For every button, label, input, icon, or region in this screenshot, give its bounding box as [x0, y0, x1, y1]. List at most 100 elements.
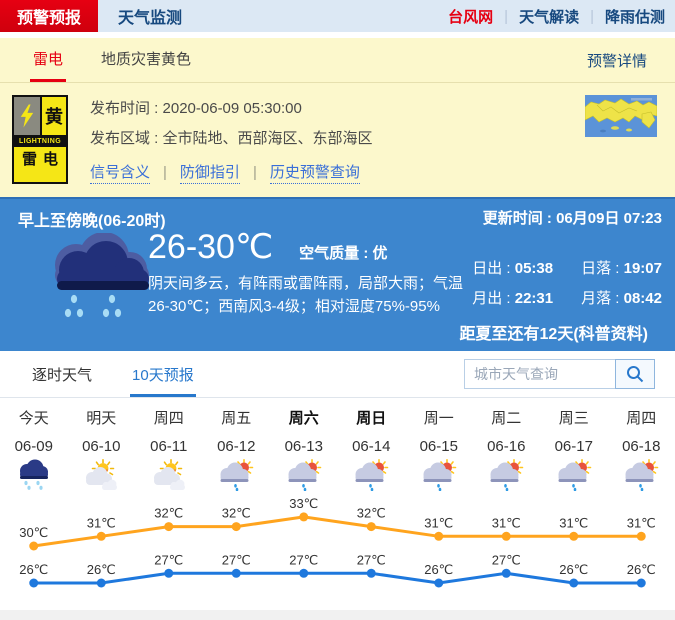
data-point — [299, 512, 308, 521]
data-label: 26℃ — [627, 562, 656, 577]
warning-section: 雷电 地质灾害黄色 预警详情 黄 LIGHTNING 雷电 发布时间 : 202… — [0, 38, 675, 197]
data-label: 26℃ — [19, 562, 48, 577]
cloud-sun-rain-icon — [540, 459, 608, 493]
sunrise: 日出 : 05:38 — [472, 257, 553, 278]
warning-tab-lightning[interactable]: 雷电 — [30, 38, 66, 82]
data-point — [367, 522, 376, 531]
cloud-sun-rain-icon — [608, 459, 675, 493]
day-label: 周二 — [473, 407, 541, 428]
day-date: 06-12 — [203, 438, 271, 455]
link-typhoon-net[interactable]: 台风网 — [448, 6, 493, 27]
moonset: 月落 : 08:42 — [581, 287, 662, 308]
data-label: 27℃ — [492, 552, 521, 567]
data-point — [97, 532, 106, 541]
warning-body: 黄 LIGHTNING 雷电 发布时间 : 2020-06-09 05:30:0… — [0, 83, 675, 197]
forecast-day: 今天06-09 — [0, 407, 68, 498]
day-date: 06-18 — [608, 438, 675, 455]
sun-clouds-icon — [135, 459, 203, 493]
data-point — [569, 532, 578, 541]
cloud-sun-rain-icon — [203, 459, 271, 493]
forecast-day: 周二06-16 — [473, 407, 541, 498]
forecast-days: 今天06-09 明天 06-10 周四 06-11 周五06-12 周六 06-13 — [0, 398, 675, 498]
link-defense-guide[interactable]: 防御指引 — [180, 161, 240, 184]
warning-type: 雷电 — [14, 147, 66, 170]
warning-word: LIGHTNING — [14, 135, 66, 147]
data-point — [232, 569, 241, 578]
divider: | — [504, 8, 508, 25]
sun-clouds-icon — [68, 459, 136, 493]
publish-time-label: 发布时间 : — [90, 100, 163, 117]
data-point — [29, 579, 38, 588]
moonrise: 月出 : 22:31 — [472, 287, 553, 308]
cloud-sun-rain-icon — [405, 459, 473, 493]
solstice-text: 距夏至还有12天 — [460, 326, 574, 343]
day-date: 06-13 — [270, 438, 338, 455]
data-point — [569, 579, 578, 588]
warning-tab-geohazard[interactable]: 地质灾害黄色 — [98, 38, 194, 82]
warning-info: 发布时间 : 2020-06-09 05:30:00 发布区域 : 全市陆地、西… — [90, 95, 373, 184]
data-point — [367, 569, 376, 578]
data-label: 27℃ — [154, 552, 183, 567]
forecast-day: 周一06-15 — [405, 407, 473, 498]
sunset: 日落 : 19:07 — [581, 257, 662, 278]
data-point — [434, 532, 443, 541]
forecast-day: 周四06-18 — [608, 407, 675, 498]
lightning-warning-badge-icon: 黄 LIGHTNING 雷电 — [12, 95, 68, 184]
tab-hourly-weather[interactable]: 逐时天气 — [30, 351, 94, 397]
data-label: 31℃ — [87, 515, 116, 530]
link-warning-history[interactable]: 历史预警查询 — [270, 161, 360, 184]
top-nav: 预警预报 天气监测 台风网 | 天气解读 | 降雨估测 — [0, 0, 675, 32]
data-label: 26℃ — [424, 562, 453, 577]
data-point — [232, 522, 241, 531]
link-signal-meaning[interactable]: 信号含义 — [90, 161, 150, 184]
cloud-sun-rain-icon — [338, 459, 406, 493]
data-label: 27℃ — [289, 552, 318, 567]
tab-weather-monitor[interactable]: 天气监测 — [118, 0, 182, 32]
search-icon — [625, 364, 645, 384]
warning-detail-link[interactable]: 预警详情 — [587, 38, 647, 82]
data-point — [637, 579, 646, 588]
air-quality: 空气质量 : 优 — [299, 242, 387, 263]
update-time-value: 06月09日 07:23 — [556, 210, 662, 227]
divider: | — [253, 164, 257, 181]
data-label: 32℃ — [357, 506, 386, 521]
tab-warning-forecast[interactable]: 预警预报 — [0, 0, 98, 32]
data-point — [434, 579, 443, 588]
publish-area-value: 全市陆地、西部海区、东部海区 — [163, 130, 373, 147]
day-label: 周六 — [270, 407, 338, 428]
data-label: 27℃ — [357, 552, 386, 567]
data-point — [164, 522, 173, 531]
forecast-tabbar: 逐时天气 10天预报 — [0, 351, 675, 398]
divider: | — [590, 8, 594, 25]
forecast-day: 周五06-12 — [203, 407, 271, 498]
forecast-day: 周日06-14 — [338, 407, 406, 498]
warning-map-thumbnail[interactable] — [585, 95, 657, 184]
day-label: 明天 — [68, 407, 136, 428]
current-weather-panel: 早上至傍晚(06-20时) 更新时间 : 06月09日 07:23 26-30℃… — [0, 197, 675, 351]
data-point — [502, 569, 511, 578]
divider: | — [163, 164, 167, 181]
topnav-links: 台风网 | 天气解读 | 降雨估测 — [448, 0, 675, 32]
day-label: 周四 — [135, 407, 203, 428]
data-point — [164, 569, 173, 578]
link-rain-estimate[interactable]: 降雨估测 — [605, 6, 665, 27]
warning-grade: 黄 — [42, 97, 66, 135]
day-date: 06-10 — [68, 438, 136, 455]
city-search-input[interactable] — [464, 359, 616, 389]
data-label: 27℃ — [222, 552, 251, 567]
publish-time-value: 2020-06-09 05:30:00 — [163, 100, 302, 117]
tab-ten-day-forecast[interactable]: 10天预报 — [130, 351, 196, 397]
solstice-countdown: 距夏至还有12天(科普资料) — [460, 320, 648, 344]
forecast-day: 周四 06-11 — [135, 407, 203, 498]
air-quality-label: 空气质量 : — [299, 245, 372, 262]
city-search — [464, 351, 655, 397]
weather-description: 阴天间多云，有阵雨或雷阵雨，局部大雨；气温26-30℃；西南风3-4级；相对湿度… — [148, 272, 480, 319]
temperature-chart-wrap: 30℃31℃32℃32℃33℃32℃31℃31℃31℃31℃26℃26℃27℃2… — [0, 498, 675, 610]
link-weather-explain[interactable]: 天气解读 — [519, 6, 579, 27]
sun-moon-times: 日出 : 05:38 日落 : 19:07 月出 : 22:31 月落 : 08… — [472, 257, 662, 308]
forecast-day: 周六 06-13 — [270, 407, 338, 498]
lightning-bolt-icon — [14, 97, 42, 135]
day-date: 06-11 — [135, 438, 203, 455]
solstice-science-link[interactable]: (科普资料) — [573, 326, 648, 343]
search-button[interactable] — [615, 359, 655, 389]
